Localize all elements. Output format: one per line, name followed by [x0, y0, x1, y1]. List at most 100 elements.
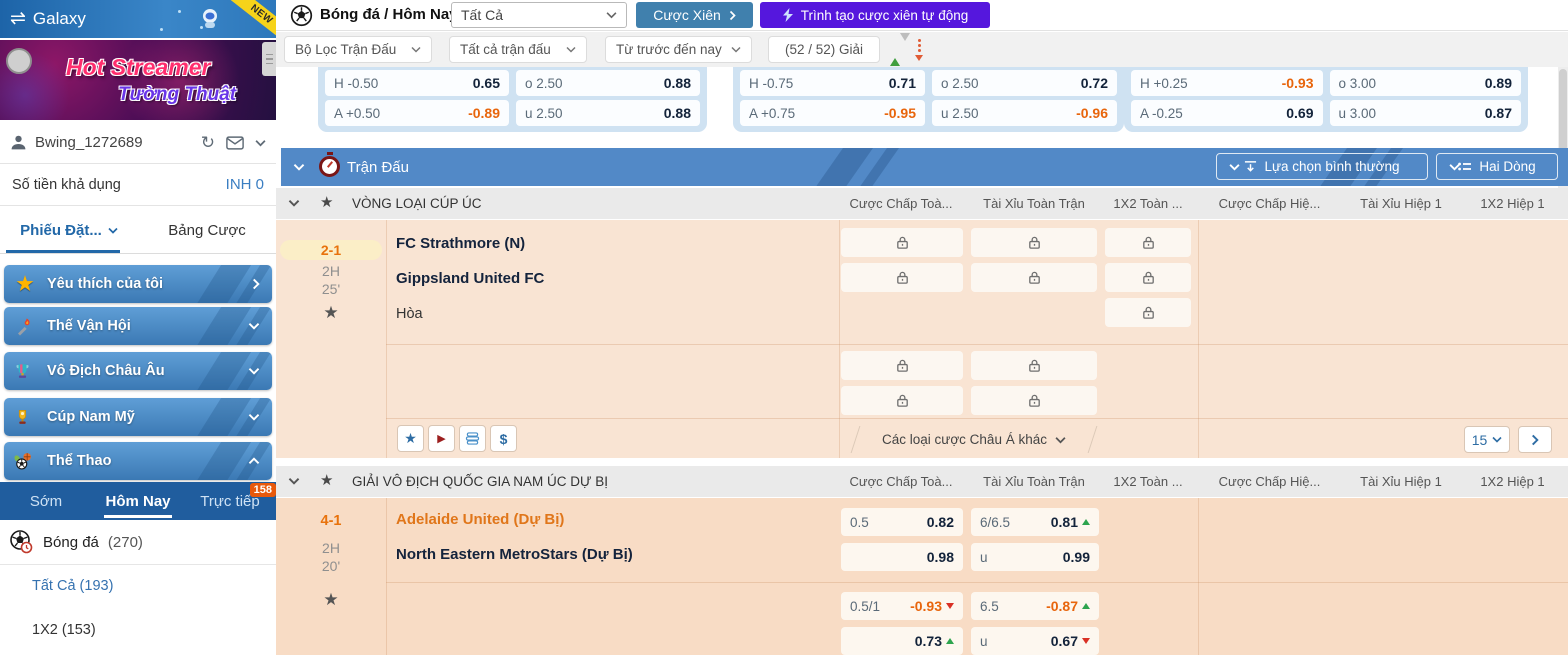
tab-early[interactable]: Sớm	[0, 482, 92, 520]
username: Bwing_1272689	[35, 134, 193, 151]
odds-button-handicap-away[interactable]: 0.98	[841, 543, 963, 571]
odds-button[interactable]: H -0.75 0.71	[740, 70, 925, 96]
scrollbar-thumb[interactable]	[1559, 69, 1567, 151]
time-filter-tabs: Sớm Hôm Nay Trực tiếp 158	[0, 482, 276, 520]
live-stream-button[interactable]: ▶	[428, 425, 455, 452]
locked-bet-cell	[1105, 228, 1191, 257]
collapse-all-chevron-icon[interactable]	[293, 163, 305, 171]
play-icon: ▶	[437, 432, 445, 445]
odds-button-h1-over[interactable]: 6.5 -0.87	[971, 592, 1099, 620]
main-content: Bóng đá / Hôm Nay Tất Cả Cược Xiên Trình…	[276, 0, 1568, 655]
brand-logo[interactable]: ⇌ Galaxy	[10, 7, 86, 30]
live-score: 2-1	[280, 240, 382, 260]
odds-button[interactable]: u 3.00 0.87	[1330, 100, 1522, 126]
mail-icon[interactable]	[226, 136, 244, 150]
odds-value: 0.99	[1063, 549, 1090, 565]
odds-value: -0.87	[1046, 598, 1078, 614]
chevron-down-icon	[248, 367, 260, 375]
all-matches-dropdown[interactable]: Tất cả trận đấu	[449, 36, 587, 63]
odds-button[interactable]: A +0.75 -0.95	[740, 100, 925, 126]
chevron-down-icon	[411, 46, 421, 53]
odds-button-under[interactable]: u 0.99	[971, 543, 1099, 571]
league-count-button[interactable]: (52 / 52) Giải	[768, 36, 880, 63]
odds-button[interactable]: o 3.00 0.89	[1330, 70, 1522, 96]
market-filter-select[interactable]: Tất Cả	[451, 2, 627, 28]
sidebar-item-soccer[interactable]: Bóng đá (270)	[0, 520, 276, 565]
match-favorite-star-icon[interactable]: ★	[276, 303, 386, 323]
auto-parlay-button[interactable]: Trình tạo cược xiên tự động	[760, 2, 990, 28]
sidebar-item-favorites[interactable]: ★ Yêu thích của tôi	[4, 265, 272, 303]
sidebar-item-sports[interactable]: Thể Thao	[4, 442, 272, 480]
odds-label: 6/6.5	[980, 515, 1010, 530]
tab-bet-slip-label: Phiếu Đặt...	[20, 222, 102, 239]
more-asian-bets-button[interactable]: Các loại cược Châu Á khác	[855, 426, 1093, 453]
tab-today-label: Hôm Nay	[105, 493, 170, 510]
match-period: 2H	[276, 540, 386, 556]
user-menu-chevron-icon[interactable]	[255, 139, 266, 147]
new-ribbon: NEW	[227, 0, 276, 38]
odds-button[interactable]: H +0.25 -0.93	[1131, 70, 1323, 96]
odds-button-h1-handicap-home[interactable]: 0.5/1 -0.93	[841, 592, 963, 620]
odds-button[interactable]: A +0.50 -0.89	[325, 100, 509, 126]
cashout-button[interactable]: $	[490, 425, 517, 452]
bet-stack-button[interactable]	[459, 425, 486, 452]
sidebar-item-1x2[interactable]: 1X2 (153)	[32, 622, 96, 638]
sort-mode-dropdown[interactable]: Lựa chọn bình thường	[1216, 153, 1428, 180]
odds-button[interactable]: H -0.50 0.65	[325, 70, 509, 96]
odds-button[interactable]: A -0.25 0.69	[1131, 100, 1323, 126]
page-size-dropdown[interactable]: 15	[1464, 426, 1510, 453]
promo-banner[interactable]: Hot Streamer Tường Thuật	[0, 40, 276, 120]
tab-today[interactable]: Hôm Nay	[92, 482, 184, 520]
league-favorite-star-icon[interactable]: ★	[320, 193, 333, 211]
league-collapse-chevron-icon[interactable]	[288, 477, 300, 485]
sidebar-item-copa[interactable]: Cúp Nam Mỹ	[4, 398, 272, 436]
odds-button[interactable]: o 2.50 0.72	[932, 70, 1117, 96]
odds-value: -0.95	[884, 105, 916, 121]
odds-button[interactable]: u 2.50 -0.96	[932, 100, 1117, 126]
parlay-button-label: Cược Xiên	[653, 7, 721, 23]
odds-button-h1-handicap-away[interactable]: 0.73	[841, 627, 963, 655]
divider	[386, 220, 387, 458]
odds-button-over[interactable]: 6/6.5 0.81	[971, 508, 1099, 536]
next-page-button[interactable]	[1518, 426, 1552, 453]
locked-bet-cell	[841, 351, 963, 380]
column-header: Cược Chấp Toà...	[839, 196, 963, 211]
odds-label: A -0.25	[1140, 106, 1183, 121]
match-filter-dropdown[interactable]: Bộ Lọc Trận Đấu	[284, 36, 432, 63]
odds-label: H +0.25	[1140, 76, 1188, 91]
odds-value: -0.93	[910, 598, 942, 614]
league-collapse-chevron-icon[interactable]	[288, 199, 300, 207]
swap-icon: ⇌	[10, 7, 26, 30]
user-icon	[10, 134, 27, 151]
league-favorite-star-icon[interactable]: ★	[320, 471, 333, 489]
odds-button-h1-under[interactable]: u 0.67	[971, 627, 1099, 655]
sort-toggle-icon[interactable]	[890, 39, 923, 61]
banner-badge-icon	[6, 48, 32, 74]
match-row: 4-1 2H 20' ★ Adelaide United (Dự Bị) Nor…	[276, 498, 1568, 655]
sidebar-collapse-handle[interactable]	[262, 42, 276, 76]
sidebar-item-all[interactable]: Tất Cả (193)	[32, 578, 113, 594]
odds-value: 0.65	[473, 75, 500, 91]
live-score: 4-1	[276, 513, 386, 529]
sidebar-item-euro[interactable]: Vô Địch Châu Âu	[4, 352, 272, 390]
column-header: Cược Chấp Toà...	[839, 474, 963, 489]
tab-live[interactable]: Trực tiếp 158	[184, 482, 276, 520]
match-favorite-star-icon[interactable]: ★	[276, 590, 386, 610]
tab-early-label: Sớm	[30, 493, 62, 510]
odds-button-handicap-home[interactable]: 0.5 0.82	[841, 508, 963, 536]
stacked-slips-icon	[465, 432, 480, 445]
odds-button[interactable]: u 2.50 0.88	[516, 100, 700, 126]
odds-label: H -0.50	[334, 76, 378, 91]
refresh-icon[interactable]: ↻	[201, 134, 215, 151]
filter-bar: Bộ Lọc Trận Đấu Tất cả trận đấu Từ trước…	[276, 32, 1568, 67]
odds-label: A +0.50	[334, 106, 380, 121]
parlay-button[interactable]: Cược Xiên	[636, 2, 753, 28]
date-range-dropdown[interactable]: Từ trước đến nay	[605, 36, 752, 63]
column-header: 1X2 Hiệp 1	[1461, 474, 1564, 489]
line-mode-dropdown[interactable]: Hai Dòng	[1436, 153, 1558, 180]
sidebar-item-olympics[interactable]: Thế Vận Hội	[4, 307, 272, 345]
favorite-match-button[interactable]: ★	[397, 425, 424, 452]
tab-bet-board[interactable]: Bảng Cược	[138, 208, 276, 253]
tab-bet-slip[interactable]: Phiếu Đặt...	[0, 208, 138, 253]
odds-button[interactable]: o 2.50 0.88	[516, 70, 700, 96]
